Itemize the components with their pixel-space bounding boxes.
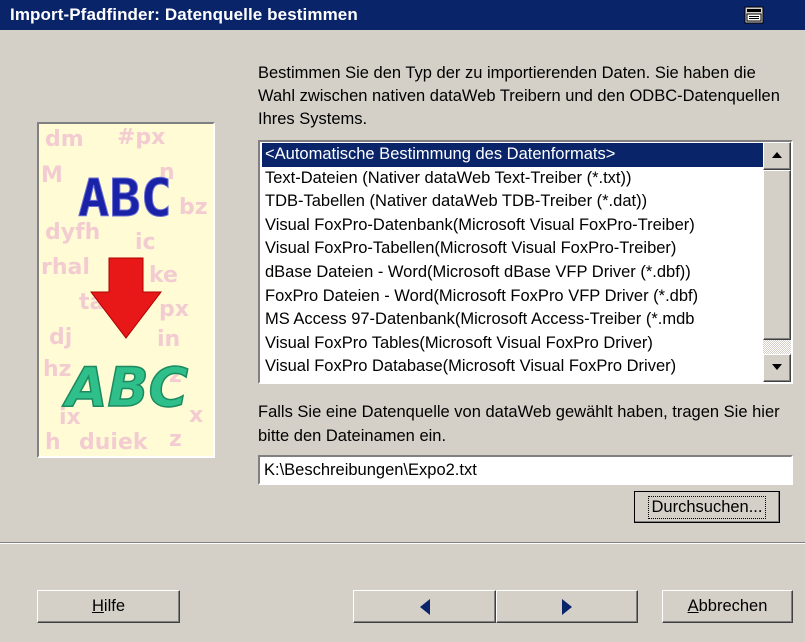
svg-text:h: h [45,430,61,455]
svg-text:ke: ke [149,263,178,288]
datasource-item[interactable]: Visual FoxPro-Tabellen(Microsoft Visual … [262,237,764,261]
abc-bottom-text: ABC [62,356,189,419]
window-menu-icon[interactable] [744,6,764,24]
datasource-item[interactable]: Visual FoxPro Database(Microsoft Visual … [262,355,764,379]
datasource-item[interactable]: MS Access 97-Datenbank(Microsoft Access-… [262,308,764,332]
svg-text:dm: dm [45,127,84,152]
title-bar: Import-Pfadfinder: Datenquelle bestimmen [0,0,805,30]
next-arrow-icon [562,598,572,615]
scroll-thumb[interactable] [763,170,791,340]
svg-text:ic: ic [135,230,156,255]
wizard-illustration: dm #px Mn bz dyfh ic rhal ke ta px dj in hz zi… [37,122,215,458]
footer-separator [0,542,805,544]
scroll-up-arrow-icon [772,152,782,158]
browse-button-label: Durchsuchen... [647,495,767,519]
svg-text:#px: #px [117,125,165,150]
datasource-item[interactable]: TDB-Tabellen (Nativer dataWeb TDB-Treibe… [262,190,764,214]
svg-text:x: x [189,403,203,428]
datasource-item[interactable]: Visual FoxPro Tables(Microsoft Visual Fo… [262,332,764,356]
filename-hint-text: Falls Sie eine Datenquelle von dataWeb g… [258,403,780,445]
svg-text:duiek: duiek [79,430,149,455]
help-button[interactable]: Hilfe [37,590,180,623]
scroll-down-button[interactable] [763,354,791,382]
cancel-button[interactable]: Abbrechen [662,590,793,623]
svg-text:rhal: rhal [41,255,90,280]
datasource-listbox[interactable]: <Automatische Bestimmung des Datenformat… [258,140,793,384]
datasource-item[interactable]: Visual FoxPro-Datenbank(Microsoft Visual… [262,214,764,238]
next-button[interactable] [496,590,638,623]
svg-text:z: z [169,427,182,452]
description-text: Bestimmen Sie den Typ der zu importieren… [258,64,780,128]
datasource-list: <Automatische Bestimmung des Datenformat… [262,143,764,379]
cancel-button-label: Abbrechen [687,597,768,615]
help-button-label: Hilfe [91,597,125,615]
back-button[interactable] [353,590,496,623]
filename-input[interactable] [258,455,793,485]
datasource-item[interactable]: <Automatische Bestimmung des Datenformat… [262,143,764,167]
abc-top-text: ABC [78,169,172,229]
svg-text:dj: dj [49,325,72,350]
scroll-down-arrow-icon [772,364,782,370]
svg-text:M: M [41,163,63,188]
import-illustration-graphic: dm #px Mn bzdyfh icrhal keta pxdj inhz zi… [41,125,208,455]
svg-text:bz: bz [179,195,208,220]
svg-text:px: px [159,297,189,322]
datasource-item[interactable]: FoxPro Dateien - Word(Microsoft FoxPro V… [262,285,764,309]
window-title: Import-Pfadfinder: Datenquelle bestimmen [10,5,358,24]
svg-text:in: in [157,327,180,352]
datasource-item[interactable]: dBase Dateien - Word(Microsoft dBase VFP… [262,261,764,285]
browse-button[interactable]: Durchsuchen... [634,491,780,523]
scroll-up-button[interactable] [763,142,791,170]
back-arrow-icon [419,598,430,615]
list-scrollbar[interactable] [763,142,791,382]
datasource-item[interactable]: Text-Dateien (Nativer dataWeb Text-Treib… [262,167,764,191]
